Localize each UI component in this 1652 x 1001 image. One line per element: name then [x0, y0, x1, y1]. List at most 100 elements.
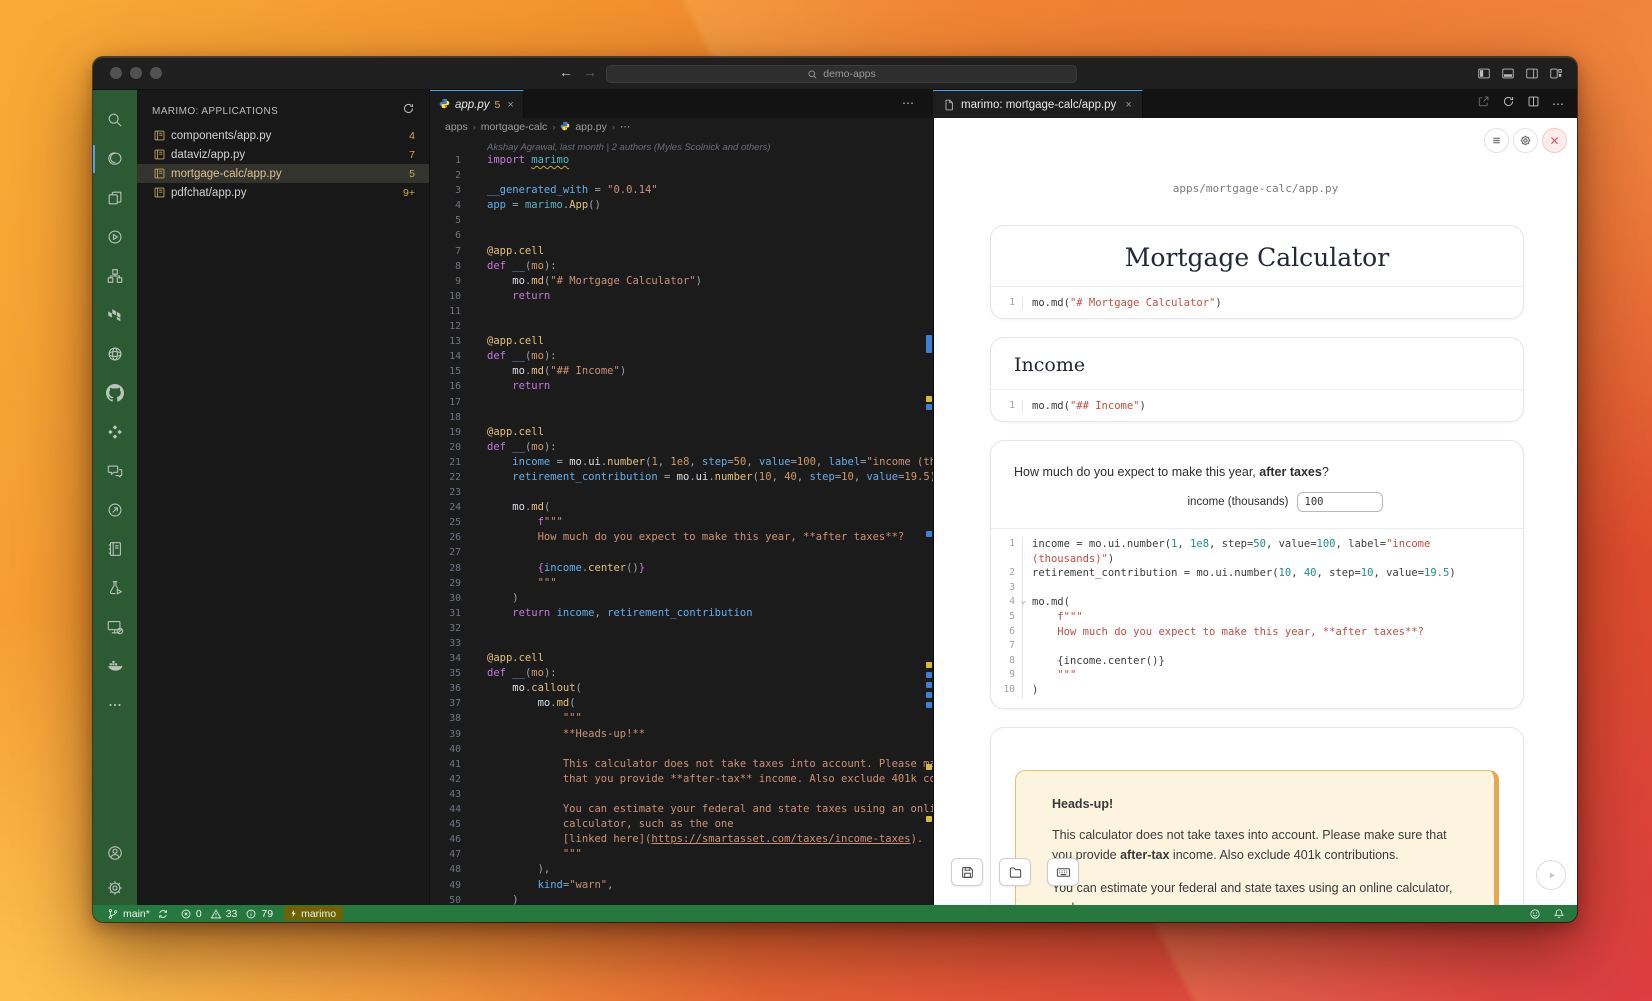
files-icon[interactable] [106, 189, 124, 207]
shutdown-button[interactable]: ✕ [1542, 128, 1567, 153]
code-line-7[interactable]: 7@app.cell [430, 244, 933, 259]
code-line-31[interactable]: 31 return income, retirement_contributio… [430, 606, 933, 621]
preview-code-line-7[interactable]: 7 [991, 639, 1509, 654]
code-line-19[interactable]: 19@app.cell [430, 425, 933, 440]
close-tab-icon[interactable]: × [1125, 99, 1131, 111]
code-line-49[interactable]: 49 kind="warn", [430, 878, 933, 893]
breadcrumb-item[interactable]: mortgage-calc [481, 121, 548, 133]
preview-code-line-9[interactable]: 9 """ [991, 668, 1509, 683]
app-settings-button[interactable] [1513, 128, 1538, 153]
code-line-29[interactable]: 29 """ [430, 576, 933, 591]
code-line-37[interactable]: 37 mo.md( [430, 696, 933, 711]
tab-marimo-preview[interactable]: marimo: mortgage-calc/app.py × [933, 90, 1143, 118]
sidebar-file-pdfchat[interactable]: pdfchat/app.py9+ [137, 183, 429, 202]
preview-code-line-3[interactable]: 3 [991, 581, 1509, 596]
run-app-button[interactable] [1536, 860, 1566, 890]
zoom-window-button[interactable] [150, 67, 162, 79]
run-circle-icon[interactable] [106, 228, 124, 246]
code-line-13[interactable]: 13@app.cell [430, 334, 933, 349]
menu-button[interactable] [1484, 128, 1509, 153]
code-line-24[interactable]: 24 mo.md( [430, 500, 933, 515]
notebook-icon[interactable] [106, 540, 124, 558]
preview-code-line-5[interactable]: 5 f""" [991, 610, 1509, 625]
breadcrumb-item[interactable]: ⋯ [620, 121, 631, 133]
marimo-status-chip[interactable]: marimo [284, 906, 343, 921]
code-line-46[interactable]: 46 [linked here](https://smartasset.com/… [430, 832, 933, 847]
cell-code[interactable]: 1 mo.md("## Income") [991, 389, 1523, 421]
notifications-bell-icon[interactable] [1553, 908, 1565, 920]
refresh-preview-icon[interactable] [1502, 95, 1515, 113]
code-line-12[interactable]: 12 [430, 319, 933, 334]
toggle-sidebar-icon[interactable] [1477, 67, 1491, 80]
code-line-33[interactable]: 33 [430, 636, 933, 651]
code-line-23[interactable]: 23 [430, 485, 933, 500]
preview-code-line-1[interactable]: 1income = mo.ui.number(1, 1e8, step=50, … [991, 537, 1509, 566]
code-line-39[interactable]: 39 **Heads-up!** [430, 727, 933, 742]
code-line-6[interactable]: 6 [430, 228, 933, 243]
github-icon[interactable] [106, 384, 124, 402]
open-folder-button[interactable] [999, 858, 1031, 886]
code-line-8[interactable]: 8def __(mo): [430, 259, 933, 274]
command-center-search[interactable]: demo-apps [606, 65, 1077, 83]
code-line-20[interactable]: 20def __(mo): [430, 440, 933, 455]
save-button[interactable] [951, 858, 983, 886]
code-line-10[interactable]: 10 return [430, 289, 933, 304]
terraform-icon[interactable] [106, 306, 124, 324]
diamonds-icon[interactable] [106, 423, 124, 441]
code-line-28[interactable]: 28 {income.center()} [430, 561, 933, 576]
code-line-5[interactable]: 5 [430, 213, 933, 228]
settings-gear-icon[interactable] [106, 879, 124, 897]
code-line-18[interactable]: 18 [430, 410, 933, 425]
tab-app-py[interactable]: app.py 5 × [430, 90, 524, 118]
keyboard-shortcuts-button[interactable] [1047, 858, 1079, 886]
toggle-secondary-sidebar-icon[interactable] [1525, 67, 1539, 80]
code-line-32[interactable]: 32 [430, 621, 933, 636]
preview-code-line-10[interactable]: 10) [991, 683, 1509, 698]
code-line-1[interactable]: 1import marimo [430, 153, 933, 168]
code-line-47[interactable]: 47 """ [430, 847, 933, 862]
code-line-34[interactable]: 34@app.cell [430, 651, 933, 666]
refresh-icon[interactable] [402, 102, 415, 120]
marimo-icon[interactable] [106, 150, 124, 168]
code-line-9[interactable]: 9 mo.md("# Mortgage Calculator") [430, 274, 933, 289]
cell-code[interactable]: 1 mo.md("# Mortgage Calculator") [991, 286, 1523, 318]
back-icon[interactable]: ← [559, 64, 573, 80]
preview-code-line-4[interactable]: 4⌄mo.md( [991, 595, 1509, 610]
preview-code-line-2[interactable]: 2retirement_contribution = mo.ui.number(… [991, 566, 1509, 581]
tab-overflow-icon[interactable]: ⋯ [902, 96, 915, 110]
minimize-window-button[interactable] [130, 67, 142, 79]
problems-status[interactable]: 0 33 79 [180, 908, 273, 920]
code-line-43[interactable]: 43 [430, 787, 933, 802]
income-number-input[interactable] [1297, 492, 1383, 512]
breadcrumb-item[interactable]: apps [445, 121, 468, 133]
feedback-smiley-icon[interactable] [1529, 908, 1541, 920]
globe-sphere-icon[interactable] [106, 345, 124, 363]
collapse-chevron-icon[interactable]: ⌄ [1021, 594, 1026, 609]
code-line-45[interactable]: 45 calculator, such as the one [430, 817, 933, 832]
more-ellipsis-icon[interactable] [106, 696, 124, 714]
code-line-44[interactable]: 44 You can estimate your federal and sta… [430, 802, 933, 817]
code-line-16[interactable]: 16 return [430, 379, 933, 394]
sidebar-file-dataviz[interactable]: dataviz/app.py7 [137, 145, 429, 164]
docker-icon[interactable] [106, 657, 124, 675]
code-line-41[interactable]: 41 This calculator does not take taxes i… [430, 757, 933, 772]
test-flask-icon[interactable] [106, 579, 124, 597]
code-line-30[interactable]: 30 ) [430, 591, 933, 606]
code-line-40[interactable]: 40 [430, 742, 933, 757]
search-icon[interactable] [106, 111, 124, 129]
forward-icon[interactable]: → [583, 64, 597, 80]
code-line-22[interactable]: 22 retirement_contribution = mo.ui.numbe… [430, 470, 933, 485]
code-line-36[interactable]: 36 mo.callout( [430, 681, 933, 696]
close-window-button[interactable] [110, 67, 122, 79]
account-icon[interactable] [106, 844, 124, 862]
comments-icon[interactable] [106, 462, 124, 480]
cell-code[interactable]: 1income = mo.ui.number(1, 1e8, step=50, … [991, 528, 1523, 708]
code-line-25[interactable]: 25 f""" [430, 515, 933, 530]
code-line-17[interactable]: 17 [430, 395, 933, 410]
preview-code-line-6[interactable]: 6 How much do you expect to make this ye… [991, 625, 1509, 640]
preview-code-line-8[interactable]: 8 {income.center()} [991, 654, 1509, 669]
code-line-38[interactable]: 38 """ [430, 711, 933, 726]
code-line-50[interactable]: 50 ) [430, 893, 933, 905]
org-boxes-icon[interactable] [106, 267, 124, 285]
split-editor-icon[interactable] [1527, 95, 1540, 113]
